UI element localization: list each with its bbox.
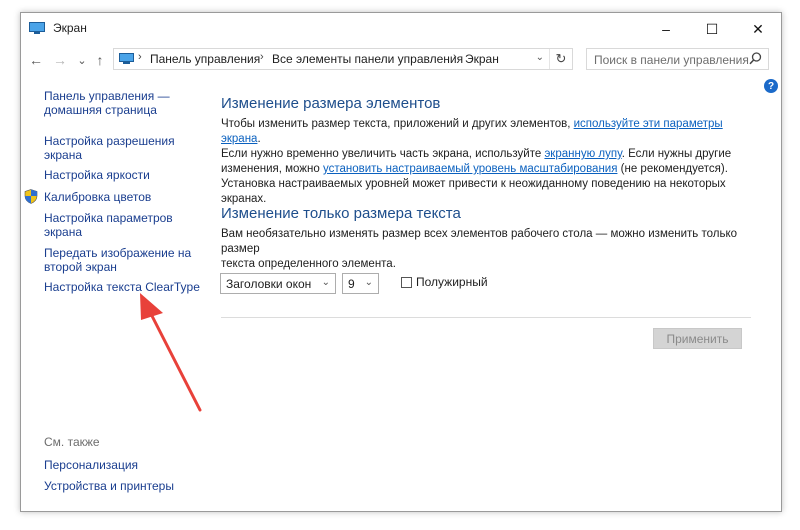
annotation-arrow-icon bbox=[140, 293, 202, 412]
